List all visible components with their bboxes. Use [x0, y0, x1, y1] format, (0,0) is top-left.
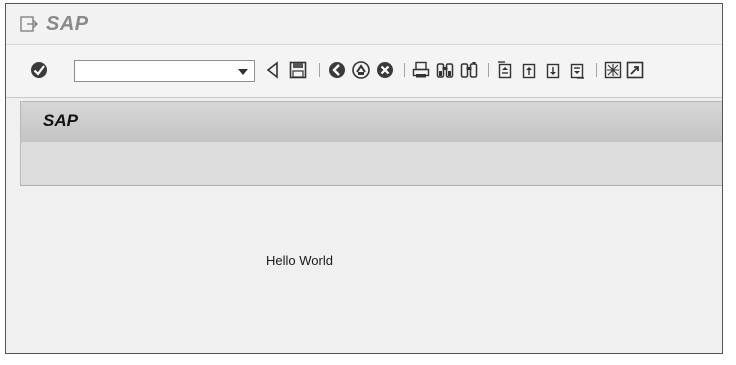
print-icon[interactable] — [412, 61, 430, 79]
command-input[interactable] — [75, 61, 233, 81]
toolbar-separator — [319, 63, 320, 77]
title-bar: SAP — [20, 101, 722, 142]
cancel-icon[interactable] — [376, 61, 394, 79]
previous-page-icon[interactable] — [520, 61, 538, 79]
enter-check-icon[interactable] — [30, 61, 48, 79]
menu-bar: SAP — [6, 4, 722, 45]
last-page-icon[interactable] — [568, 61, 586, 79]
exit-icon[interactable] — [352, 61, 370, 79]
first-page-icon[interactable] — [496, 61, 514, 79]
standard-toolbar — [6, 45, 722, 98]
next-page-icon[interactable] — [544, 61, 562, 79]
find-next-icon[interactable] — [460, 61, 478, 79]
chevron-down-icon[interactable] — [235, 62, 251, 80]
screen-content-area — [20, 186, 722, 353]
exit-menu-icon[interactable] — [20, 14, 38, 34]
save-icon[interactable] — [289, 61, 307, 79]
find-icon[interactable] — [436, 61, 454, 79]
command-field[interactable] — [74, 60, 255, 82]
application-toolbar — [20, 142, 722, 186]
shortcut-icon[interactable] — [626, 61, 644, 79]
toolbar-separator — [404, 63, 405, 77]
create-session-icon[interactable] — [604, 61, 622, 79]
hello-world-text: Hello World — [266, 253, 333, 268]
page-title: SAP — [43, 111, 78, 130]
window-title: SAP — [46, 13, 89, 35]
sap-gui-window: SAP SAP — [5, 3, 723, 354]
toolbar-separator — [596, 63, 597, 77]
toolbar-separator — [488, 63, 489, 77]
back-triangle-icon[interactable] — [264, 61, 282, 79]
back-icon[interactable] — [328, 61, 346, 79]
